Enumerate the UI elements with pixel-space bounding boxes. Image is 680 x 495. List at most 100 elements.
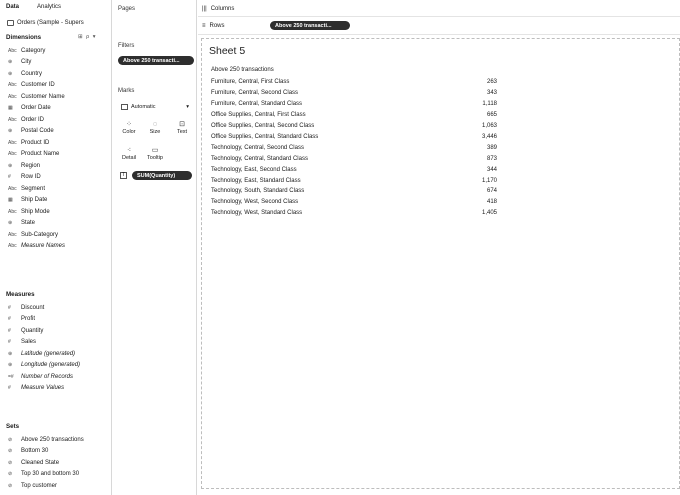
field-label: Cleaned State — [21, 459, 60, 466]
measures-heading: Measures — [6, 291, 35, 298]
shelf-divider — [198, 16, 680, 17]
dimension-field[interactable]: Abc Ship Mode — [8, 206, 65, 218]
field-label: Sales — [21, 339, 37, 346]
dimension-field[interactable]: ⊕ Postal Code — [8, 126, 65, 138]
size-button[interactable]: ◌ Size — [144, 121, 166, 135]
dimensions-heading: Dimensions — [6, 34, 42, 41]
table-row[interactable]: Technology, West, Standard Class 1,405 — [211, 208, 497, 219]
dimension-field[interactable]: Abc Customer Name — [8, 91, 65, 103]
field-type-icon: ⊘ — [8, 436, 13, 443]
data-source-label: Orders (Sample - Supers — [17, 20, 84, 26]
row-value: 873 — [486, 155, 497, 162]
pages-card-title: Pages — [118, 6, 136, 12]
measure-field[interactable]: # Sales — [8, 337, 80, 349]
field-label: Row ID — [21, 174, 41, 181]
field-label: Top 30 and bottom 30 — [21, 471, 80, 478]
detail-icon: ⁖ — [126, 147, 132, 154]
text-mark-icon: T — [120, 172, 127, 179]
field-label: Quantity — [21, 327, 44, 334]
color-button[interactable]: ⁘ Color — [118, 121, 140, 135]
dimension-field[interactable]: ▦ Order Date — [8, 103, 65, 115]
measure-field[interactable]: # Measure Values — [8, 383, 80, 395]
table-row[interactable]: Technology, West, Second Class 418 — [211, 197, 497, 208]
table-row[interactable]: Office Supplies, Central, Second Class 1,… — [211, 121, 497, 132]
table-row[interactable]: Technology, South, Standard Class 674 — [211, 186, 497, 197]
columns-label: Columns — [210, 5, 235, 12]
measure-field[interactable]: # Quantity — [8, 325, 80, 337]
field-type-icon: # — [8, 385, 11, 392]
field-label: Country — [21, 70, 43, 77]
rows-shelf[interactable]: ≡ Rows — [202, 19, 225, 32]
set-field[interactable]: ⊘ Above 250 transactions — [8, 434, 84, 446]
measure-field[interactable]: ⊕ Longitude (generated) — [8, 360, 80, 372]
text-button[interactable]: ⊡ Text — [171, 121, 193, 135]
data-pane: Data Analytics Orders (Sample - Supers D… — [0, 0, 112, 495]
sum-quantity-pill[interactable]: SUM(Quantity) — [132, 171, 192, 180]
tab-analytics[interactable]: Analytics — [37, 4, 61, 14]
dimension-field[interactable]: Abc Measure Names — [8, 241, 65, 253]
dimension-field[interactable]: # Row ID — [8, 172, 65, 184]
field-type-icon: ⊕ — [8, 362, 13, 369]
detail-button[interactable]: ⁖ Detail — [118, 147, 140, 161]
filter-pill[interactable]: Above 250 transacti... — [118, 56, 194, 65]
dimension-field[interactable]: ▦ Ship Date — [8, 195, 65, 207]
dimension-field[interactable]: Abc Segment — [8, 183, 65, 195]
table-row[interactable]: Technology, East, Second Class 344 — [211, 164, 497, 175]
field-label: Ship Date — [21, 197, 48, 204]
dimension-field[interactable]: ⊕ Region — [8, 160, 65, 172]
set-field[interactable]: ⊘ Cleaned State — [8, 457, 84, 469]
dimension-field[interactable]: ⊕ Country — [8, 68, 65, 80]
dimension-field[interactable]: ⊕ City — [8, 57, 65, 69]
text-label: Text — [176, 129, 188, 135]
table-row[interactable]: Furniture, Central, Second Class 343 — [211, 88, 497, 99]
field-type-icon: Abc — [8, 231, 17, 238]
dimension-field[interactable]: Abc Customer ID — [8, 80, 65, 92]
set-field[interactable]: ⊘ Top customer — [8, 480, 84, 492]
field-label: Sub-Category — [21, 231, 59, 238]
tab-data[interactable]: Data — [6, 4, 19, 14]
measure-field[interactable]: # Discount — [8, 302, 80, 314]
table-row[interactable]: Furniture, Central, Standard Class 1,118 — [211, 99, 497, 110]
field-label: Profit — [21, 316, 36, 323]
columns-shelf[interactable]: ||| Columns — [202, 2, 234, 15]
data-source[interactable]: Orders (Sample - Supers — [7, 18, 110, 28]
rows-label: Rows — [209, 22, 225, 29]
dimension-field[interactable]: Abc Product ID — [8, 137, 65, 149]
table-row[interactable]: Office Supplies, Central, First Class 665 — [211, 110, 497, 121]
field-type-icon: # — [8, 339, 11, 346]
set-field[interactable]: ⊘ Top 30 and bottom 30 — [8, 469, 84, 481]
measures-list: # Discount # Profit # Quantity # Sales ⊕ Latitude… — [8, 302, 80, 394]
dimension-field[interactable]: Abc Product Name — [8, 149, 65, 161]
field-type-icon: # — [8, 174, 11, 181]
row-value: 343 — [486, 90, 497, 97]
field-type-icon: ⊘ — [8, 471, 13, 478]
cards-column: Pages Filters Above 250 transacti... Mar… — [113, 0, 197, 495]
field-label: Discount — [21, 304, 45, 311]
field-label: Measure Names — [21, 243, 66, 250]
table-row[interactable]: Office Supplies, Central, Standard Class… — [211, 132, 497, 143]
table-row[interactable]: Technology, Central, Standard Class 873 — [211, 153, 497, 164]
dimension-field[interactable]: Abc Order ID — [8, 114, 65, 126]
field-label: Category — [21, 47, 46, 54]
table-row[interactable]: Furniture, Central, First Class 263 — [211, 77, 497, 88]
chevron-down-icon: ▾ — [186, 104, 189, 110]
dimension-field[interactable]: Abc Sub-Category — [8, 229, 65, 241]
mark-type-dropdown[interactable]: Automatic ▾ — [121, 102, 189, 112]
field-type-icon: Abc — [8, 185, 17, 192]
dimension-field[interactable]: ⊕ State — [8, 218, 65, 230]
measure-field[interactable]: =# Number of Records — [8, 371, 80, 383]
measure-field[interactable]: # Profit — [8, 314, 80, 326]
table-row[interactable]: Technology, Central, Second Class 389 — [211, 142, 497, 153]
dimension-field[interactable]: Abc Category — [8, 45, 65, 57]
set-field[interactable]: ⊘ Bottom 30 — [8, 446, 84, 458]
pane-tabs: Data Analytics — [6, 4, 61, 14]
measure-field[interactable]: ⊕ Latitude (generated) — [8, 348, 80, 360]
worksheet-view[interactable]: Sheet 5 Above 250 transactions Furniture… — [201, 38, 680, 489]
rows-pill[interactable]: Above 250 transacti... — [270, 21, 350, 30]
field-type-icon: # — [8, 304, 11, 311]
dimensions-tools[interactable]: ⊞ ρ ▾ — [78, 34, 97, 40]
rows-icon: ≡ — [202, 22, 206, 29]
table-row[interactable]: Technology, East, Standard Class 1,170 — [211, 175, 497, 186]
tooltip-button[interactable]: ▭ Tooltip — [144, 147, 166, 161]
row-label: Technology, South, Standard Class — [211, 188, 305, 195]
